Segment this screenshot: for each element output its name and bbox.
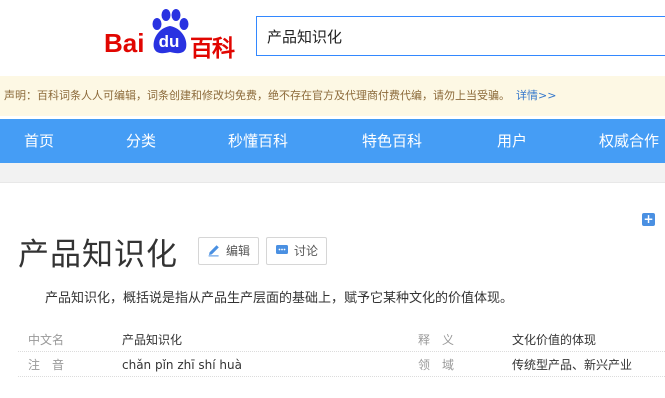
notice-details-link[interactable]: 详情>>	[516, 89, 556, 102]
header: Bai du 百科	[0, 0, 665, 76]
pencil-icon	[208, 245, 219, 257]
search-box[interactable]	[256, 16, 665, 56]
sub-nav-bar	[0, 163, 665, 183]
nav-item-category[interactable]: 分类	[126, 119, 156, 163]
nav-item-user[interactable]: 用户	[497, 119, 527, 163]
info-value: chǎn pǐn zhī shí huà	[122, 358, 242, 372]
entry-summary: 产品知识化，概括说是指从产品生产层面的基础上，赋予它某种文化的价值体现。	[45, 291, 514, 306]
notice-text: 声明：百科词条人人可编辑，词条创建和修改均免费，绝不存在官方及代理商付费代编，请…	[4, 89, 510, 102]
chat-bubble-icon	[276, 245, 288, 254]
add-icon[interactable]: +	[642, 213, 655, 226]
info-value: 产品知识化	[122, 333, 183, 347]
nav-item-featured[interactable]: 特色百科	[362, 119, 422, 163]
info-key: 领 域	[418, 358, 455, 372]
baike-page: Bai du 百科 声明：百科词条人人可编辑，词条创建和修改均免费，绝不存在官方…	[0, 0, 665, 398]
edit-button-label: 编辑	[226, 244, 251, 258]
main-nav: 首页 分类 秒懂百科 特色百科 用户 权威合作	[0, 119, 665, 163]
logo-du-text: du	[158, 32, 180, 51]
info-key: 中文名	[28, 333, 65, 347]
nav-item-authority[interactable]: 权威合作	[599, 119, 659, 163]
info-key: 注 音	[28, 358, 65, 372]
page-title: 产品知识化	[18, 237, 178, 273]
info-value: 文化价值的体现	[512, 333, 597, 347]
discuss-button-label: 讨论	[294, 244, 319, 258]
baidu-baike-logo[interactable]: Bai du 百科	[100, 6, 245, 62]
basic-info-row: 注 音 chǎn pǐn zhī shí huà 领 域 传统型产品、新兴产业	[18, 353, 665, 377]
info-key: 释 义	[418, 333, 455, 347]
info-value: 传统型产品、新兴产业	[512, 358, 633, 372]
disclaimer-notice: 声明：百科词条人人可编辑，词条创建和修改均免费，绝不存在官方及代理商付费代编，请…	[0, 76, 665, 116]
edit-button[interactable]: 编辑	[198, 237, 260, 265]
logo-bai-text: Bai	[104, 28, 145, 58]
logo-baike-text: 百科	[190, 36, 235, 62]
basic-info-row: 中文名 产品知识化 释 义 文化价值的体现	[18, 328, 665, 352]
nav-item-miaodong[interactable]: 秒懂百科	[228, 119, 288, 163]
discuss-button[interactable]: 讨论	[266, 237, 328, 265]
nav-item-home[interactable]: 首页	[24, 119, 54, 163]
search-input[interactable]	[257, 17, 665, 55]
